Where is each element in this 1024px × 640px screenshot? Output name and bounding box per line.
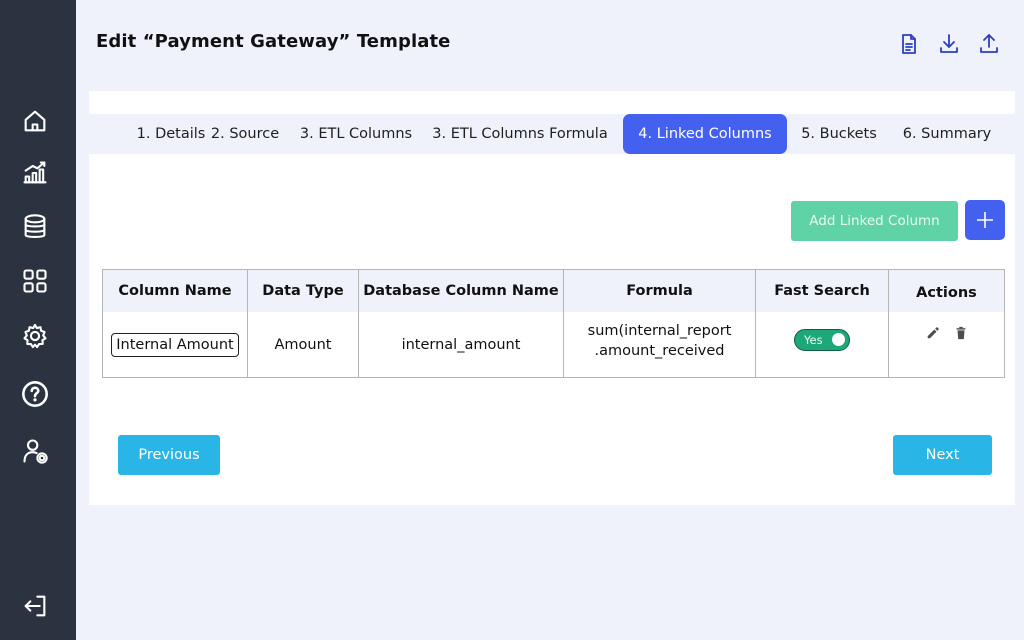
- tab-linked-columns[interactable]: 4. Linked Columns: [623, 114, 787, 154]
- sidebar: [0, 0, 76, 640]
- toggle-knob: [832, 332, 845, 346]
- column-name-field[interactable]: Internal Amount: [111, 332, 239, 357]
- header-formula: Formula: [626, 283, 693, 299]
- add-button[interactable]: [965, 200, 1005, 240]
- header-actions: [896, 30, 1002, 58]
- apps-grid-icon[interactable]: [20, 266, 50, 296]
- formula-line-1: sum(internal_report: [587, 322, 732, 339]
- edit-pencil-icon[interactable]: [924, 324, 942, 342]
- logout-icon[interactable]: [20, 591, 50, 621]
- toggle-label: Yes: [804, 332, 823, 347]
- document-icon[interactable]: [896, 30, 922, 58]
- home-icon[interactable]: [20, 106, 50, 136]
- formula-cell: sum(internal_report .amount_received: [564, 308, 755, 373]
- user-settings-icon[interactable]: [20, 436, 50, 466]
- page-title: Edit “Payment Gateway” Template: [96, 31, 451, 52]
- tab-etl-columns-formula[interactable]: 3. ETL Columns Formula: [427, 114, 613, 154]
- data-type-cell: Amount: [274, 336, 332, 353]
- download-icon[interactable]: [936, 30, 962, 58]
- tab-source[interactable]: 2. Source: [199, 114, 291, 154]
- actions-cell: [889, 300, 1004, 365]
- tab-buckets[interactable]: 5. Buckets: [795, 114, 883, 154]
- header-column-name: Column Name: [118, 283, 232, 299]
- delete-trash-icon[interactable]: [952, 324, 970, 342]
- header-database-column-name: Database Column Name: [363, 283, 559, 299]
- analytics-icon[interactable]: [20, 158, 50, 188]
- help-icon[interactable]: [20, 379, 50, 409]
- settings-gear-icon[interactable]: [20, 321, 50, 351]
- formula-line-2: .amount_received: [594, 342, 725, 359]
- database-icon[interactable]: [20, 212, 50, 242]
- previous-button[interactable]: Previous: [118, 435, 220, 475]
- fast-search-toggle[interactable]: Yes: [794, 328, 850, 351]
- next-button[interactable]: Next: [893, 435, 992, 475]
- header-data-type: Data Type: [262, 283, 344, 299]
- tab-summary[interactable]: 6. Summary: [895, 114, 999, 154]
- db-column-cell: internal_amount: [401, 336, 521, 353]
- plus-icon: [977, 212, 993, 228]
- template-editor-card: 1. Details 2. Source 3. ETL Columns 3. E…: [89, 91, 1015, 505]
- add-linked-column-button[interactable]: Add Linked Column: [791, 201, 958, 241]
- upload-icon[interactable]: [976, 30, 1002, 58]
- header-fast-search: Fast Search: [774, 283, 870, 299]
- linked-columns-table: Column Name Data Type Database Column Na…: [102, 269, 1005, 378]
- fast-search-cell: Yes: [756, 307, 888, 372]
- table-row: Internal Amount: [103, 312, 247, 377]
- tab-etl-columns[interactable]: 3. ETL Columns: [295, 114, 417, 154]
